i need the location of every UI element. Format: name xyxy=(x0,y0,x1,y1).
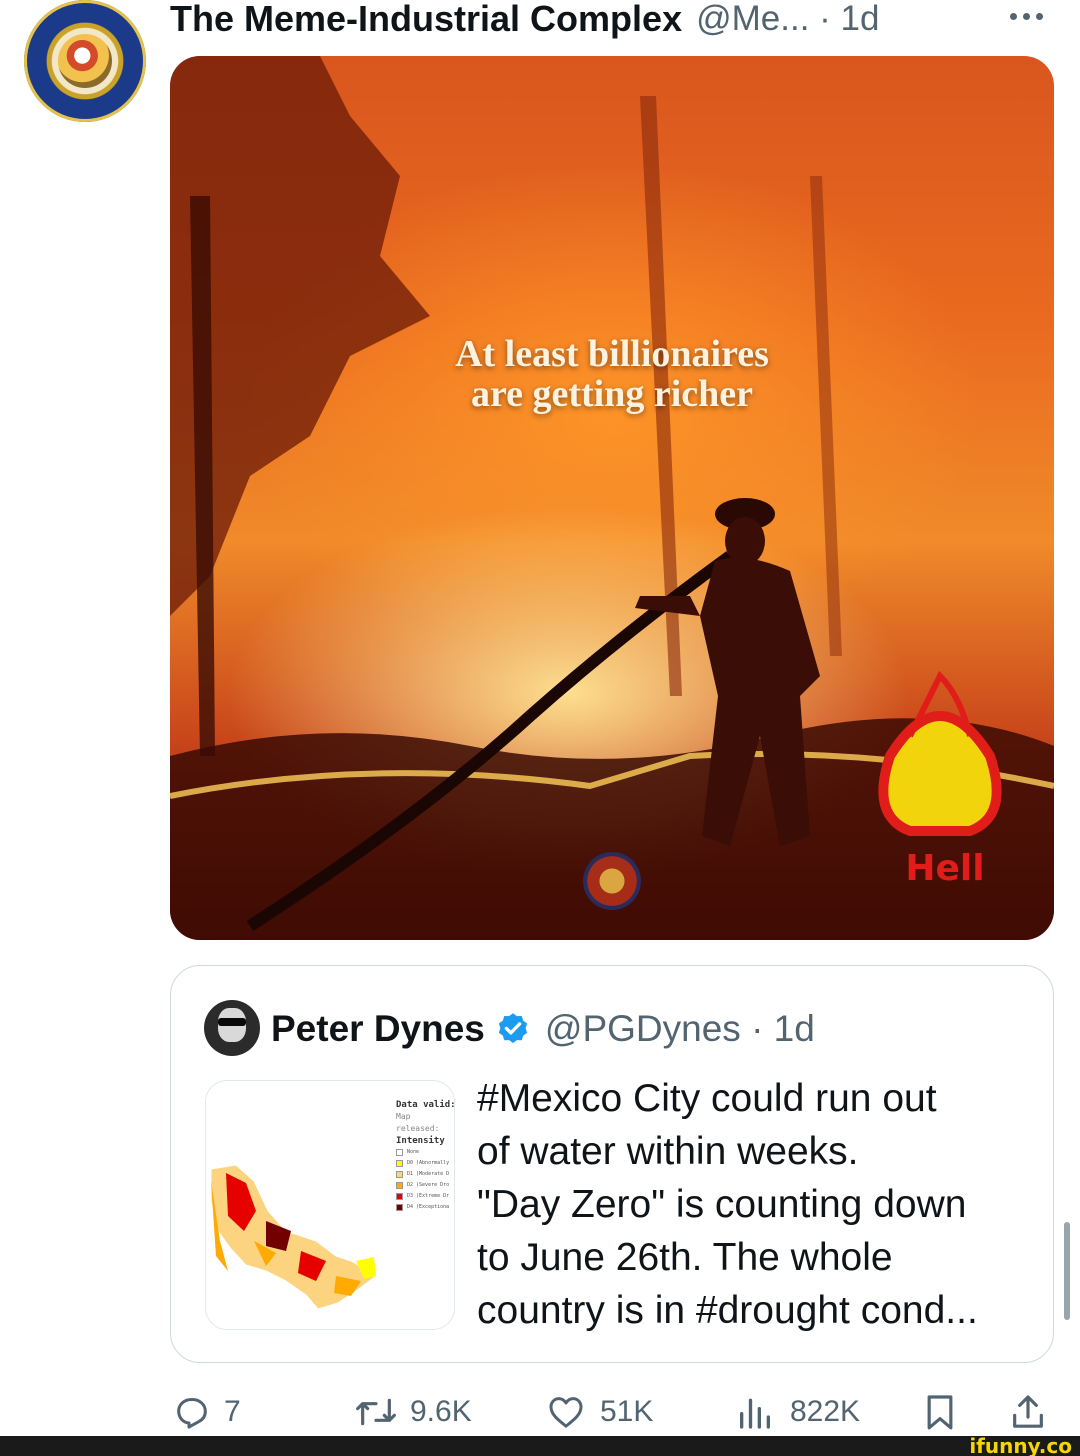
legend-row: D2 (Severe Dro xyxy=(396,1180,454,1191)
legend-row: D3 (Extreme Dr xyxy=(396,1191,454,1202)
quoted-post[interactable]: Peter Dynes @PGDynes · 1d Data valid: Ma… xyxy=(170,965,1054,1363)
verified-icon xyxy=(498,1013,527,1043)
bookmark-icon xyxy=(927,1395,953,1430)
repost-count: 9.6K xyxy=(410,1395,472,1428)
repost-button[interactable]: 9.6K xyxy=(354,1388,472,1436)
quoted-author-handle-time[interactable]: @PGDynes · 1d xyxy=(545,1008,815,1050)
like-icon xyxy=(549,1397,583,1428)
post-header: The Meme-Industrial Complex @Me... · 1d xyxy=(170,0,879,44)
quoted-author-avatar[interactable] xyxy=(204,1000,260,1056)
legend-row: D0 (Abnormally xyxy=(396,1158,454,1169)
views-icon xyxy=(740,1398,770,1429)
legend-row: None xyxy=(396,1147,454,1158)
legend-row: D4 (Exceptiona xyxy=(396,1202,454,1213)
author-name[interactable]: The Meme-Industrial Complex xyxy=(170,0,682,40)
quoted-author-name[interactable]: Peter Dynes xyxy=(271,1008,485,1050)
map-legend: Data valid: Map released: Intensity None… xyxy=(396,1099,455,1213)
scrollbar[interactable] xyxy=(1064,1222,1070,1320)
legend-intensity: Intensity xyxy=(396,1136,445,1146)
reply-icon xyxy=(177,1398,207,1429)
share-icon xyxy=(1013,1395,1043,1428)
more-icon[interactable] xyxy=(1010,4,1054,28)
author-handle-time[interactable]: @Me... · 1d xyxy=(696,0,879,39)
ifunny-watermark-bar: ifunny.co xyxy=(0,1436,1080,1456)
meme-watermark-emblem xyxy=(583,852,641,910)
legend-row: D1 (Moderate D xyxy=(396,1169,454,1180)
ifunny-logo: ifunny.co xyxy=(969,1434,1072,1456)
reply-button[interactable]: 7 xyxy=(172,1388,241,1436)
meme-caption: At least billionaires are getting richer xyxy=(455,333,769,415)
fire-scene-illustration xyxy=(170,56,1054,940)
legend-data-valid: Data valid: xyxy=(396,1100,455,1110)
quoted-text-line: #Mexico City could run out xyxy=(477,1077,937,1120)
post-media-image[interactable]: At least billionaires are getting richer… xyxy=(170,56,1054,940)
quoted-text-line: to June 26th. The whole xyxy=(477,1236,893,1279)
quoted-post-text: #Mexico City could run out of water with… xyxy=(477,1072,1037,1337)
views-count: 822K xyxy=(790,1395,861,1428)
bookmark-button[interactable] xyxy=(920,1388,960,1436)
share-button[interactable] xyxy=(1008,1388,1048,1436)
legend-map-released: Map released: xyxy=(396,1112,440,1133)
drought-map-thumbnail[interactable]: Data valid: Map released: Intensity None… xyxy=(205,1080,455,1330)
like-button[interactable]: 51K xyxy=(544,1388,653,1436)
brand-parody-text: Hell xyxy=(905,848,985,889)
action-bar: 7 9.6K 51K 822K xyxy=(170,1388,1054,1436)
views-button[interactable]: 822K xyxy=(732,1388,860,1436)
avatar-emblem xyxy=(58,34,112,88)
quoted-text-line: country is in #drought cond... xyxy=(477,1289,978,1332)
quoted-text-line: of water within weeks. xyxy=(477,1130,859,1173)
repost-icon xyxy=(356,1398,396,1426)
quoted-text-line: "Day Zero" is counting down xyxy=(477,1183,967,1226)
quoted-post-header: Peter Dynes @PGDynes · 1d xyxy=(271,1004,815,1054)
author-avatar[interactable] xyxy=(24,0,146,122)
like-count: 51K xyxy=(600,1395,654,1428)
reply-count: 7 xyxy=(224,1395,241,1428)
